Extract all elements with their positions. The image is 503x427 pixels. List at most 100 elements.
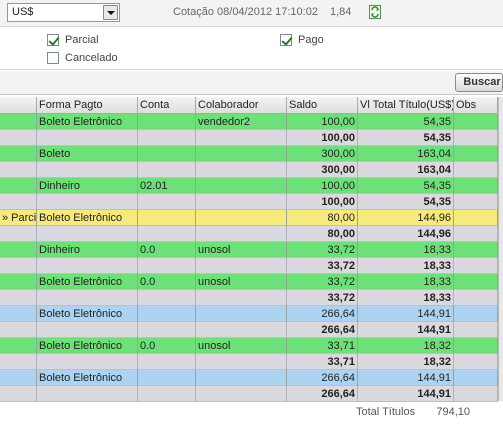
pago-checkbox[interactable] [280, 34, 292, 46]
header-forma-pagto[interactable]: Forma Pagto [37, 97, 138, 114]
chevron-down-icon[interactable] [103, 5, 118, 20]
table-row[interactable]: » ParcialBoleto Eletrônico 80,00144,96 [0, 210, 498, 226]
subtotal-row[interactable]: 33,72 18,33 [0, 290, 498, 306]
cell-total: 18,33 [358, 242, 454, 258]
cotacao-value: 1,84 [330, 6, 352, 18]
cell-status [0, 242, 37, 258]
cell-obs [454, 210, 498, 226]
subtotal-row[interactable]: 300,00 163,04 [0, 162, 498, 178]
table-row[interactable]: Boleto Eletrônico 266,64 144,91 [0, 370, 498, 386]
cell-status [0, 178, 37, 194]
buscar-button[interactable]: Buscar [455, 73, 503, 92]
cell-obs [454, 194, 498, 210]
header-saldo[interactable]: Saldo [287, 97, 358, 114]
table-row[interactable]: Boleto Eletrônico vendedor2 100,00 54,35 [0, 114, 498, 130]
cell-colab [196, 290, 287, 306]
table-row[interactable]: Boleto 300,00 163,04 [0, 146, 498, 162]
cell-conta [138, 146, 196, 162]
top-bar: US$ Cotação 08/04/2012 17:10:02 1,84 [0, 0, 503, 27]
cell-saldo: 33,72 [287, 274, 358, 290]
cell-total: 18,33 [358, 290, 454, 306]
cell-conta: 0.0 [138, 242, 196, 258]
cotacao-label: Cotação 08/04/2012 17:10:02 [173, 6, 318, 18]
cell-status [0, 338, 37, 354]
cell-conta [138, 290, 196, 306]
cell-conta: 0.0 [138, 274, 196, 290]
refresh-icon[interactable] [369, 5, 381, 19]
cell-saldo: 100,00 [287, 178, 358, 194]
header-conta[interactable]: Conta [138, 97, 196, 114]
cell-colab [196, 258, 287, 274]
cell-conta [138, 162, 196, 178]
cell-total: 163,04 [358, 162, 454, 178]
cell-saldo: 266,64 [287, 370, 358, 386]
cell-obs [454, 354, 498, 370]
cell-status [0, 114, 37, 130]
toolbar: Buscar [0, 71, 503, 95]
cell-obs [454, 258, 498, 274]
cell-colab [196, 178, 287, 194]
cell-saldo: 100,00 [287, 194, 358, 210]
cell-conta [138, 258, 196, 274]
cell-status [0, 194, 37, 210]
cell-forma: Boleto Eletrônico [37, 306, 138, 322]
header-vl-total-titulo[interactable]: Vl Total Título(US$) [358, 97, 454, 114]
cell-obs [454, 162, 498, 178]
pago-checkbox-row[interactable]: Pago [280, 34, 324, 46]
cell-total: 144,91 [358, 306, 454, 322]
subtotal-row[interactable]: 266,64 144,91 [0, 322, 498, 338]
header-obs[interactable]: Obs [454, 97, 498, 114]
table-row[interactable]: Dinheiro 02.01 100,00 54,35 [0, 178, 498, 194]
cell-status [0, 354, 37, 370]
cell-obs [454, 338, 498, 354]
cell-forma [37, 194, 138, 210]
subtotal-row[interactable]: 100,00 54,35 [0, 194, 498, 210]
subtotal-row[interactable]: 100,00 54,35 [0, 130, 498, 146]
cell-forma [37, 258, 138, 274]
cell-saldo: 33,71 [287, 338, 358, 354]
cell-saldo: 266,64 [287, 386, 358, 402]
table-row[interactable]: Boleto Eletrônico 266,64 144,91 [0, 306, 498, 322]
cell-conta: 02.01 [138, 178, 196, 194]
subtotal-row[interactable]: 33,71 18,32 [0, 354, 498, 370]
table-row[interactable]: Boleto Eletrônico 0.0 unosol 33,72 18,33 [0, 274, 498, 290]
currency-select[interactable]: US$ [7, 3, 120, 22]
parcial-checkbox[interactable] [47, 34, 59, 46]
subtotal-row[interactable]: 266,64 144,91 [0, 386, 498, 402]
cell-status [0, 274, 37, 290]
cancelado-checkbox[interactable] [47, 52, 59, 64]
cell-forma: Boleto [37, 146, 138, 162]
cancelado-checkbox-row[interactable]: Cancelado [47, 52, 118, 64]
cell-forma [37, 322, 138, 338]
cell-colab [196, 386, 287, 402]
subtotal-row[interactable]: 80,00 144,96 [0, 226, 498, 242]
cell-obs [454, 322, 498, 338]
vertical-scrollbar[interactable] [498, 97, 503, 401]
cell-forma: Boleto Eletrônico [37, 114, 138, 130]
cell-saldo: 266,64 [287, 322, 358, 338]
cell-total: 163,04 [358, 146, 454, 162]
cell-forma [37, 130, 138, 146]
cell-obs [454, 386, 498, 402]
cell-status [0, 306, 37, 322]
header-status[interactable] [0, 97, 37, 114]
cell-conta [138, 386, 196, 402]
header-colaborador[interactable]: Colaborador [196, 97, 287, 114]
cell-colab [196, 306, 287, 322]
table-row[interactable]: Boleto Eletrônico 0.0 unosol 33,71 18,32 [0, 338, 498, 354]
cell-obs [454, 178, 498, 194]
cell-colab [196, 210, 287, 226]
cell-status [0, 370, 37, 386]
parcial-checkbox-row[interactable]: Parcial [47, 34, 99, 46]
cell-conta [138, 130, 196, 146]
grid-header: Forma Pagto Conta Colaborador Saldo Vl T… [0, 97, 503, 114]
cell-colab [196, 146, 287, 162]
table-row[interactable]: Dinheiro 0.0 unosol 33,72 18,33 [0, 242, 498, 258]
cell-obs [454, 146, 498, 162]
subtotal-row[interactable]: 33,72 18,33 [0, 258, 498, 274]
cell-colab: vendedor2 [196, 114, 287, 130]
cell-status [0, 162, 37, 178]
cell-status [0, 290, 37, 306]
cell-conta [138, 306, 196, 322]
cell-saldo: 100,00 [287, 114, 358, 130]
